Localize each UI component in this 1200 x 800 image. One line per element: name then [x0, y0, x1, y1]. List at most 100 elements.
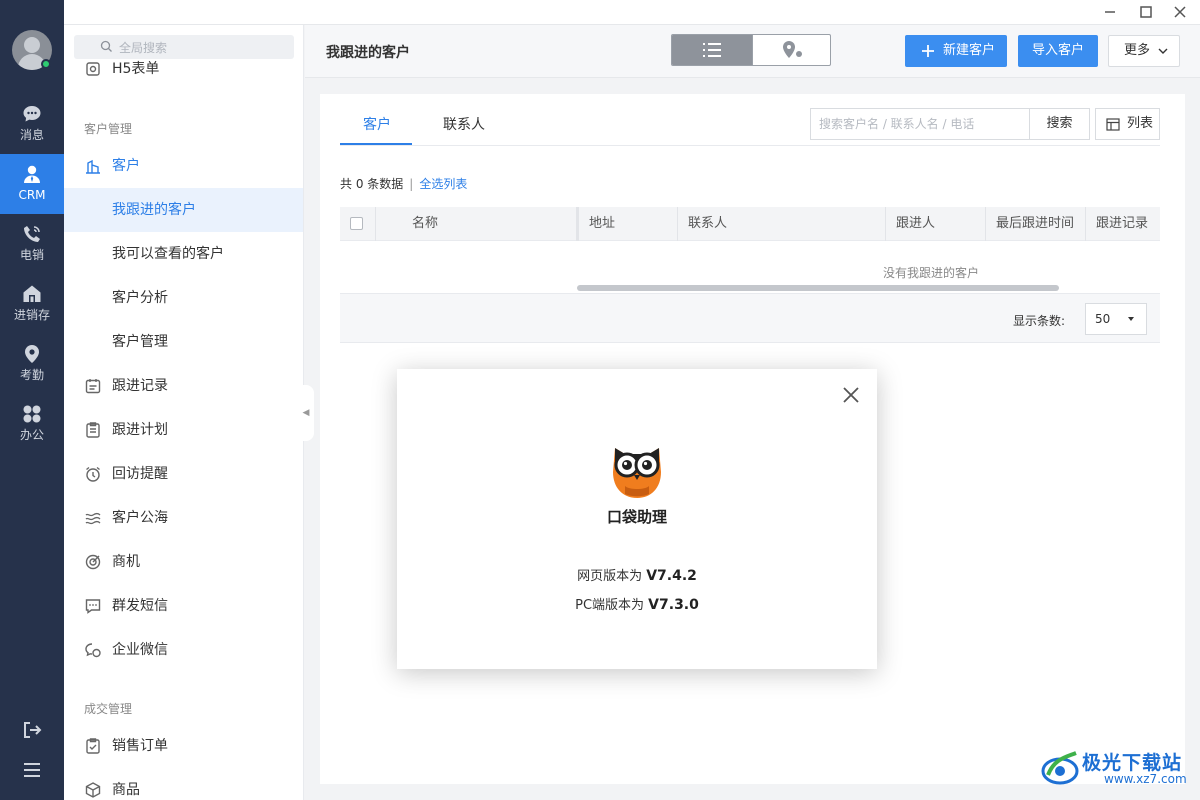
- app-name: 口袋助理: [606, 508, 667, 526]
- watermark-title: 极光下载站: [1082, 752, 1183, 774]
- window-close-icon[interactable]: [1170, 3, 1190, 21]
- rail-item-attendance[interactable]: 考勤: [0, 334, 64, 394]
- sidebar-item-products[interactable]: 商品: [64, 768, 303, 800]
- column-last-follow-time[interactable]: 最后跟进时间: [985, 207, 1085, 241]
- caret-down-icon: [1128, 317, 1134, 321]
- watermark: 极光下载站 www.xz7.com: [1040, 747, 1192, 791]
- map-pin-icon: [783, 41, 802, 58]
- sidebar-collapse-handle[interactable]: ◀: [298, 385, 314, 441]
- import-customer-button[interactable]: 导入客户: [1018, 35, 1098, 67]
- select-all-link[interactable]: 全选列表: [419, 177, 467, 191]
- target-icon: [85, 554, 101, 570]
- page-header: 我跟进的客户 新建客户 导入客户 更多: [305, 25, 1200, 78]
- tab-customers[interactable]: 客户: [363, 114, 391, 134]
- tab-contacts[interactable]: 联系人: [443, 114, 485, 134]
- phone-icon: [24, 226, 40, 242]
- sidebar-item-my-customers[interactable]: 我跟进的客户: [64, 188, 303, 232]
- menu-icon[interactable]: [21, 759, 43, 781]
- maximize-icon[interactable]: [1136, 3, 1156, 21]
- minimize-icon[interactable]: [1100, 3, 1120, 21]
- rail-label: 消息: [19, 128, 44, 142]
- column-contact[interactable]: 联系人: [677, 207, 885, 241]
- web-version-value: V7.4.2: [646, 568, 697, 584]
- map-view-toggle[interactable]: [752, 35, 830, 65]
- sidebar-item-revisit-reminder[interactable]: 回访提醒: [64, 452, 303, 496]
- column-follow-records[interactable]: 跟进记录: [1085, 207, 1160, 241]
- page-size-label: 显示条数:: [1013, 314, 1066, 328]
- select-all-checkbox[interactable]: [350, 217, 363, 230]
- web-version-label: 网页版本为: [577, 569, 647, 584]
- rail-label: 考勤: [19, 368, 44, 382]
- sidebar-item-opportunity[interactable]: 商机: [64, 540, 303, 584]
- table-icon: [1106, 118, 1120, 131]
- window-titlebar: [64, 0, 1200, 25]
- grid-icon: [23, 405, 41, 423]
- sidebar-item-label: 客户: [112, 158, 140, 174]
- location-pin-icon: [25, 345, 39, 363]
- empty-state-text: 没有我跟进的客户: [882, 266, 979, 280]
- sidebar-item-label: 企业微信: [112, 642, 168, 658]
- table-footer: 显示条数: 50: [340, 293, 1160, 343]
- sidebar-item-customer-analysis[interactable]: 客户分析: [64, 276, 303, 320]
- sidebar-item-label: 跟进记录: [112, 378, 168, 394]
- record-summary: 共 0 条数据 | 全选列表: [340, 177, 468, 191]
- sidebar-item-customer-management[interactable]: 客户管理: [64, 320, 303, 364]
- rail-label: CRM: [18, 188, 46, 202]
- sidebar-item-customer-pool[interactable]: 客户公海: [64, 496, 303, 540]
- global-search-input[interactable]: 全局搜索: [74, 35, 294, 59]
- rail-label: 进销存: [13, 308, 50, 322]
- horizontal-scrollbar[interactable]: [577, 285, 1059, 291]
- web-version-line: 网页版本为 V7.4.2: [397, 565, 877, 584]
- page-title: 我跟进的客户: [326, 45, 410, 61]
- sidebar-item-label: 商机: [112, 554, 140, 570]
- sidebar-item-group-sms[interactable]: 群发短信: [64, 584, 303, 628]
- sidebar-item-viewable-customers[interactable]: 我可以查看的客户: [64, 232, 303, 276]
- column-address[interactable]: 地址: [576, 207, 677, 241]
- sidebar-item-sales-order[interactable]: 销售订单: [64, 724, 303, 768]
- pc-version-label: PC端版本为: [575, 598, 649, 613]
- new-customer-button[interactable]: 新建客户: [905, 35, 1007, 67]
- building-icon: [86, 159, 100, 174]
- search-placeholder: 全局搜索: [119, 41, 168, 55]
- list-button-label: 列表: [1127, 116, 1154, 131]
- form-icon: [86, 62, 100, 76]
- pc-version-line: PC端版本为 V7.3.0: [397, 594, 877, 613]
- column-follower[interactable]: 跟进人: [885, 207, 985, 241]
- sidebar-item-wecom[interactable]: 企业微信: [64, 628, 303, 672]
- rail-label: 办公: [19, 428, 44, 442]
- logout-icon[interactable]: [21, 719, 43, 741]
- sidebar-item-label: 群发短信: [112, 598, 168, 614]
- watermark-logo-icon: [1041, 751, 1079, 785]
- list-columns-button[interactable]: 列表: [1095, 108, 1160, 140]
- column-name[interactable]: 名称: [375, 207, 576, 241]
- sidebar-item-label: 客户公海: [112, 510, 168, 526]
- rail-item-crm[interactable]: CRM: [0, 154, 64, 214]
- page-size-select[interactable]: 50: [1085, 303, 1147, 335]
- rail-item-office[interactable]: 办公: [0, 394, 64, 454]
- customer-table: 名称 地址 联系人 跟进人 最后跟进时间 跟进记录 没有我跟进的客户 显示条数:…: [340, 207, 1160, 343]
- sidebar-item-label: 回访提醒: [112, 466, 168, 482]
- list-view-toggle[interactable]: [672, 35, 752, 65]
- sidebar-item-label: 我跟进的客户: [112, 202, 196, 218]
- plus-icon: [922, 45, 934, 57]
- message-icon: [85, 599, 101, 614]
- search-button[interactable]: 搜索: [1029, 108, 1090, 140]
- rail-item-messages[interactable]: 消息: [0, 94, 64, 154]
- clipboard-icon: [86, 422, 100, 438]
- record-count: 共 0 条数据: [340, 177, 404, 191]
- sidebar-item-follow-plan[interactable]: 跟进计划: [64, 408, 303, 452]
- sidebar-item-customer[interactable]: 客户: [64, 144, 303, 188]
- pc-version-value: V7.3.0: [648, 597, 699, 613]
- rail-item-inventory[interactable]: 进销存: [0, 274, 64, 334]
- close-icon[interactable]: [841, 385, 861, 405]
- rail-item-telesales[interactable]: 电销: [0, 214, 64, 274]
- section-title-customer: 客户管理: [84, 122, 133, 136]
- view-toggle: [671, 34, 831, 66]
- new-customer-label: 新建客户: [943, 43, 996, 58]
- sidebar-item-follow-records[interactable]: 跟进记录: [64, 364, 303, 408]
- table-header: 名称 地址 联系人 跟进人 最后跟进时间 跟进记录: [340, 207, 1160, 241]
- page-size-value: 50: [1095, 312, 1111, 326]
- waves-icon: [85, 512, 101, 525]
- customer-search-input[interactable]: [810, 108, 1030, 140]
- more-dropdown[interactable]: 更多: [1108, 35, 1180, 67]
